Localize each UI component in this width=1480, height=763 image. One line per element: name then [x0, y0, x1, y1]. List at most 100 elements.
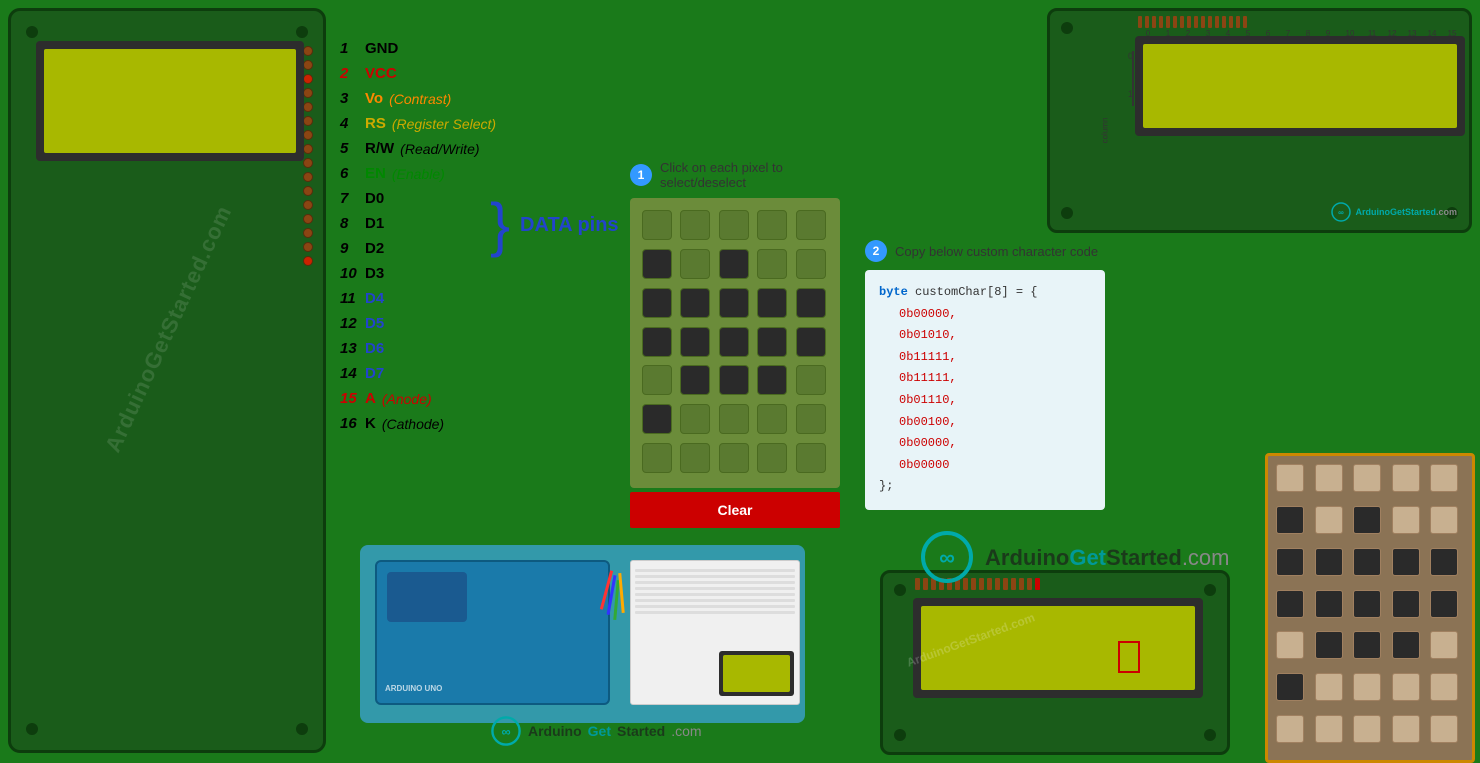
- svg-text:∞: ∞: [939, 545, 955, 570]
- pixel-cell-9[interactable]: [796, 249, 826, 279]
- pixel-cell-bottom-0: [1276, 464, 1304, 492]
- pixel-grid[interactable]: [630, 198, 840, 488]
- pin-num-8: 8: [340, 215, 365, 232]
- pin-name-15: A: [365, 390, 376, 407]
- data-pins-label: DATA pins: [520, 214, 619, 237]
- pixel-cell-29[interactable]: [796, 404, 826, 434]
- svg-text:∞: ∞: [1339, 208, 1345, 217]
- pixel-cell-33[interactable]: [757, 443, 787, 473]
- code-val-5: 0b00100,: [899, 415, 957, 429]
- pixel-cell-22[interactable]: [719, 365, 749, 395]
- pin-row-4: 4 RS (Register Select): [340, 115, 640, 132]
- logo-bottom-com: .com: [671, 723, 701, 739]
- pin-desc-3: (Contrast): [389, 91, 451, 107]
- pixel-cell-0[interactable]: [642, 210, 672, 240]
- pixel-cell-3[interactable]: [757, 210, 787, 240]
- code-val-3: 0b11111,: [899, 371, 957, 385]
- logo-right-com: .com: [1182, 545, 1230, 570]
- pixel-cell-bottom-6: [1315, 506, 1343, 534]
- pixel-cell-12[interactable]: [719, 288, 749, 318]
- pixel-cell-10[interactable]: [642, 288, 672, 318]
- pixel-cell-bottom-30: [1276, 715, 1304, 743]
- pixel-cell-1[interactable]: [680, 210, 710, 240]
- pixel-cell-bottom-29: [1430, 673, 1458, 701]
- pin-name-7: D0: [365, 190, 384, 207]
- lcd-tr-pin-7: [1180, 16, 1184, 28]
- pixel-cell-24[interactable]: [796, 365, 826, 395]
- clear-button[interactable]: Clear: [630, 492, 840, 528]
- pin-num-16: 16: [340, 415, 365, 432]
- pin-name-3: Vo: [365, 90, 383, 107]
- pin-dot-16: [303, 256, 313, 266]
- pixel-cell-19[interactable]: [796, 327, 826, 357]
- logo-bottom-icon: ∞: [490, 715, 522, 747]
- pixel-cell-bottom-19: [1430, 590, 1458, 618]
- logo-bottom-get: Get: [588, 723, 611, 739]
- pixel-cell-32[interactable]: [719, 443, 749, 473]
- pixel-cell-13[interactable]: [757, 288, 787, 318]
- pin-desc-6: (Enable): [392, 166, 445, 182]
- bb-line-3: [635, 581, 795, 584]
- pin-row-11: 11 D4: [340, 290, 640, 307]
- pixel-cell-34[interactable]: [796, 443, 826, 473]
- logo-right-icon: ∞: [920, 530, 975, 585]
- pixel-cell-2[interactable]: [719, 210, 749, 240]
- pixel-cell-bottom-11: [1315, 548, 1343, 576]
- pixel-cell-bottom-1: [1315, 464, 1343, 492]
- pixel-cell-6[interactable]: [680, 249, 710, 279]
- pixel-cell-bottom-15: [1276, 590, 1304, 618]
- pin-row-6: 6 EN (Enable): [340, 165, 640, 182]
- pixel-cell-17[interactable]: [719, 327, 749, 357]
- pin-dot-2: [303, 60, 313, 70]
- lcd-tr-pins: [1138, 16, 1247, 28]
- pixel-cell-28[interactable]: [757, 404, 787, 434]
- pin-dot-11: [303, 186, 313, 196]
- pixel-cell-30[interactable]: [642, 443, 672, 473]
- pixel-cell-11[interactable]: [680, 288, 710, 318]
- pin-name-6: EN: [365, 165, 386, 182]
- bb-line-5: [635, 593, 795, 596]
- pixel-cell-20[interactable]: [642, 365, 672, 395]
- code-section: 2 Copy below custom character code byte …: [865, 240, 1105, 510]
- logo-right-section: ∞ ArduinoGetStarted.com: [920, 530, 1230, 585]
- step-2-circle: 2: [865, 240, 887, 262]
- pixel-cell-18[interactable]: [757, 327, 787, 357]
- pixel-cell-8[interactable]: [757, 249, 787, 279]
- code-val-2: 0b11111,: [899, 350, 957, 364]
- pixel-cell-7[interactable]: [719, 249, 749, 279]
- pixel-cell-31[interactable]: [680, 443, 710, 473]
- pin-dot-10: [303, 172, 313, 182]
- pixel-cell-16[interactable]: [680, 327, 710, 357]
- pixel-cell-14[interactable]: [796, 288, 826, 318]
- pin-name-5: R/W: [365, 140, 394, 157]
- code-func-name: customChar[8] = {: [915, 285, 1037, 299]
- pixel-cell-27[interactable]: [719, 404, 749, 434]
- pin-row-14: 14 D7: [340, 365, 640, 382]
- pixel-cell-26[interactable]: [680, 404, 710, 434]
- pixel-cell-5[interactable]: [642, 249, 672, 279]
- lcd-tr-pin-10: [1201, 16, 1205, 28]
- pixel-cell-21[interactable]: [680, 365, 710, 395]
- pin-num-10: 10: [340, 265, 365, 282]
- pin-num-9: 9: [340, 240, 365, 257]
- pixel-cell-15[interactable]: [642, 327, 672, 357]
- code-indent: [879, 307, 899, 321]
- pixel-cell-23[interactable]: [757, 365, 787, 395]
- pin-name-13: D6: [365, 340, 384, 357]
- pin-num-2: 2: [340, 65, 365, 82]
- pixel-cell-bottom-4: [1430, 464, 1458, 492]
- mount-hole-tr: [293, 23, 311, 41]
- pixel-cell-25[interactable]: [642, 404, 672, 434]
- pixel-cell-bottom-28: [1392, 673, 1420, 701]
- pixel-cell-4[interactable]: [796, 210, 826, 240]
- pin-name-1: GND: [365, 40, 398, 57]
- mount-hole-br: [293, 720, 311, 738]
- pin-dots-right: [303, 46, 313, 266]
- lcd-br-mount-tl: [891, 581, 909, 599]
- pin-dot-15: [303, 242, 313, 252]
- pixel-grid-bottom: [1265, 453, 1475, 763]
- step-1-circle: 1: [630, 164, 652, 186]
- pixel-cell-bottom-21: [1315, 631, 1343, 659]
- bracket-symbol: }: [490, 195, 510, 255]
- code-keyword-byte: byte: [879, 285, 908, 299]
